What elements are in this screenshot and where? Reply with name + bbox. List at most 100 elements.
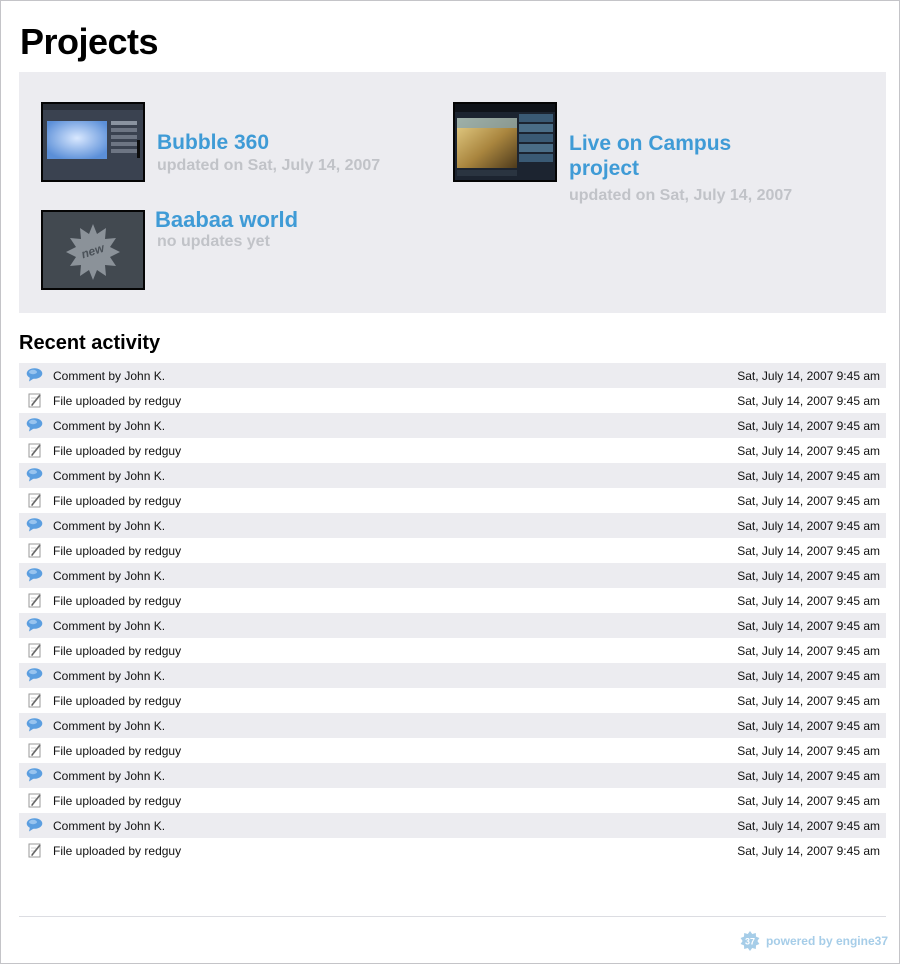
activity-timestamp: Sat, July 14, 2007 9:45 am [737, 844, 880, 858]
activity-row[interactable]: File uploaded by redguy Sat, July 14, 200… [19, 688, 886, 713]
activity-timestamp: Sat, July 14, 2007 9:45 am [737, 394, 880, 408]
speech-bubble-icon [26, 567, 43, 583]
activity-timestamp: Sat, July 14, 2007 9:45 am [737, 594, 880, 608]
activity-timestamp: Sat, July 14, 2007 9:45 am [737, 719, 880, 733]
activity-row[interactable]: Comment by John K. Sat, July 14, 2007 9:4… [19, 413, 886, 438]
activity-description: File uploaded by redguy [53, 844, 182, 858]
pencil-document-icon [26, 492, 43, 508]
activity-timestamp: Sat, July 14, 2007 9:45 am [737, 444, 880, 458]
speech-bubble-icon [26, 817, 43, 833]
pencil-document-icon [26, 542, 43, 558]
project-card-baabaa-world[interactable]: new Baabaa world no updates yet [41, 207, 441, 290]
activity-description: Comment by John K. [53, 669, 166, 683]
engine37-logo-text: 37 [745, 937, 755, 947]
activity-row[interactable]: Comment by John K. Sat, July 14, 2007 9:4… [19, 763, 886, 788]
activity-row[interactable]: Comment by John K. Sat, July 14, 2007 9:4… [19, 463, 886, 488]
activity-row[interactable]: Comment by John K. Sat, July 14, 2007 9:4… [19, 563, 886, 588]
activity-row[interactable]: Comment by John K. Sat, July 14, 2007 9:4… [19, 713, 886, 738]
activity-row[interactable]: File uploaded by redguy Sat, July 14, 200… [19, 738, 886, 763]
activity-description: File uploaded by redguy [53, 794, 182, 808]
activity-list: Comment by John K. Sat, July 14, 2007 9:4… [19, 363, 886, 863]
activity-description: Comment by John K. [53, 719, 166, 733]
activity-description: Comment by John K. [53, 819, 166, 833]
project-updated-text: updated on Sat, July 14, 2007 [569, 187, 793, 204]
project-thumbnail[interactable] [453, 102, 557, 182]
activity-description: Comment by John K. [53, 419, 166, 433]
engine37-gear-icon: 37 [740, 931, 760, 951]
activity-description: File uploaded by redguy [53, 694, 182, 708]
activity-description: File uploaded by redguy [53, 494, 182, 508]
activity-description: File uploaded by redguy [53, 544, 182, 558]
activity-row[interactable]: Comment by John K. Sat, July 14, 2007 9:4… [19, 663, 886, 688]
project-card-live-on-campus[interactable]: Live on Campus project updated on Sat, J… [453, 102, 873, 212]
speech-bubble-icon [26, 767, 43, 783]
pencil-document-icon [26, 442, 43, 458]
activity-description: Comment by John K. [53, 469, 166, 483]
powered-by-link[interactable]: 37 powered by engine37 [740, 931, 888, 951]
activity-row[interactable]: File uploaded by redguy Sat, July 14, 200… [19, 588, 886, 613]
activity-description: Comment by John K. [53, 769, 166, 783]
activity-timestamp: Sat, July 14, 2007 9:45 am [737, 469, 880, 483]
pencil-document-icon [26, 692, 43, 708]
project-thumbnail[interactable]: new [41, 210, 145, 290]
activity-description: File uploaded by redguy [53, 644, 182, 658]
recent-activity-title: Recent activity [19, 332, 161, 354]
powered-by-text: powered by engine37 [765, 934, 888, 948]
pencil-document-icon [26, 792, 43, 808]
activity-description: File uploaded by redguy [53, 444, 182, 458]
activity-description: Comment by John K. [53, 569, 166, 583]
activity-timestamp: Sat, July 14, 2007 9:45 am [737, 419, 880, 433]
activity-timestamp: Sat, July 14, 2007 9:45 am [737, 619, 880, 633]
pencil-document-icon [26, 842, 43, 858]
activity-timestamp: Sat, July 14, 2007 9:45 am [737, 669, 880, 683]
pencil-document-icon [26, 392, 43, 408]
video-thumbnail-image [455, 104, 555, 180]
project-name-link[interactable]: Live on Campus project [569, 131, 759, 181]
activity-row[interactable]: File uploaded by redguy Sat, July 14, 200… [19, 488, 886, 513]
footer-divider [19, 916, 886, 917]
activity-row[interactable]: Comment by John K. Sat, July 14, 2007 9:4… [19, 363, 886, 388]
project-thumbnail[interactable] [41, 102, 145, 182]
activity-timestamp: Sat, July 14, 2007 9:45 am [737, 694, 880, 708]
screenshot-thumbnail-image [43, 104, 143, 180]
speech-bubble-icon [26, 717, 43, 733]
activity-row[interactable]: File uploaded by redguy Sat, July 14, 200… [19, 438, 886, 463]
pencil-document-icon [26, 642, 43, 658]
page-title: Projects [20, 21, 159, 62]
activity-timestamp: Sat, July 14, 2007 9:45 am [737, 769, 880, 783]
speech-bubble-icon [26, 617, 43, 633]
speech-bubble-icon [26, 467, 43, 483]
activity-description: Comment by John K. [53, 369, 166, 383]
project-updated-text: updated on Sat, July 14, 2007 [157, 157, 381, 174]
activity-row[interactable]: Comment by John K. Sat, July 14, 2007 9:4… [19, 513, 886, 538]
project-name-link[interactable]: Bubble 360 [157, 130, 269, 155]
pencil-document-icon [26, 742, 43, 758]
activity-timestamp: Sat, July 14, 2007 9:45 am [737, 544, 880, 558]
activity-row[interactable]: File uploaded by redguy Sat, July 14, 200… [19, 638, 886, 663]
pencil-document-icon [26, 592, 43, 608]
activity-description: File uploaded by redguy [53, 394, 182, 408]
activity-description: File uploaded by redguy [53, 594, 182, 608]
activity-row[interactable]: File uploaded by redguy Sat, July 14, 200… [19, 388, 886, 413]
project-card-bubble-360[interactable]: Bubble 360 updated on Sat, July 14, 2007 [41, 102, 441, 182]
speech-bubble-icon [26, 667, 43, 683]
activity-timestamp: Sat, July 14, 2007 9:45 am [737, 794, 880, 808]
activity-row[interactable]: File uploaded by redguy Sat, July 14, 200… [19, 538, 886, 563]
activity-row[interactable]: Comment by John K. Sat, July 14, 2007 9:4… [19, 813, 886, 838]
activity-description: Comment by John K. [53, 619, 166, 633]
activity-timestamp: Sat, July 14, 2007 9:45 am [737, 644, 880, 658]
activity-timestamp: Sat, July 14, 2007 9:45 am [737, 819, 880, 833]
activity-timestamp: Sat, July 14, 2007 9:45 am [737, 369, 880, 383]
activity-description: File uploaded by redguy [53, 744, 182, 758]
activity-description: Comment by John K. [53, 519, 166, 533]
projects-panel: Bubble 360 updated on Sat, July 14, 2007 [19, 72, 886, 313]
activity-timestamp: Sat, July 14, 2007 9:45 am [737, 744, 880, 758]
activity-row[interactable]: File uploaded by redguy Sat, July 14, 200… [19, 838, 886, 863]
activity-timestamp: Sat, July 14, 2007 9:45 am [737, 494, 880, 508]
speech-bubble-icon [26, 417, 43, 433]
page-frame: Projects Bubble 360 updated on Sat, July… [0, 0, 900, 964]
activity-row[interactable]: File uploaded by redguy Sat, July 14, 200… [19, 788, 886, 813]
activity-timestamp: Sat, July 14, 2007 9:45 am [737, 519, 880, 533]
project-name-link[interactable]: Baabaa world [155, 207, 298, 232]
activity-row[interactable]: Comment by John K. Sat, July 14, 2007 9:4… [19, 613, 886, 638]
